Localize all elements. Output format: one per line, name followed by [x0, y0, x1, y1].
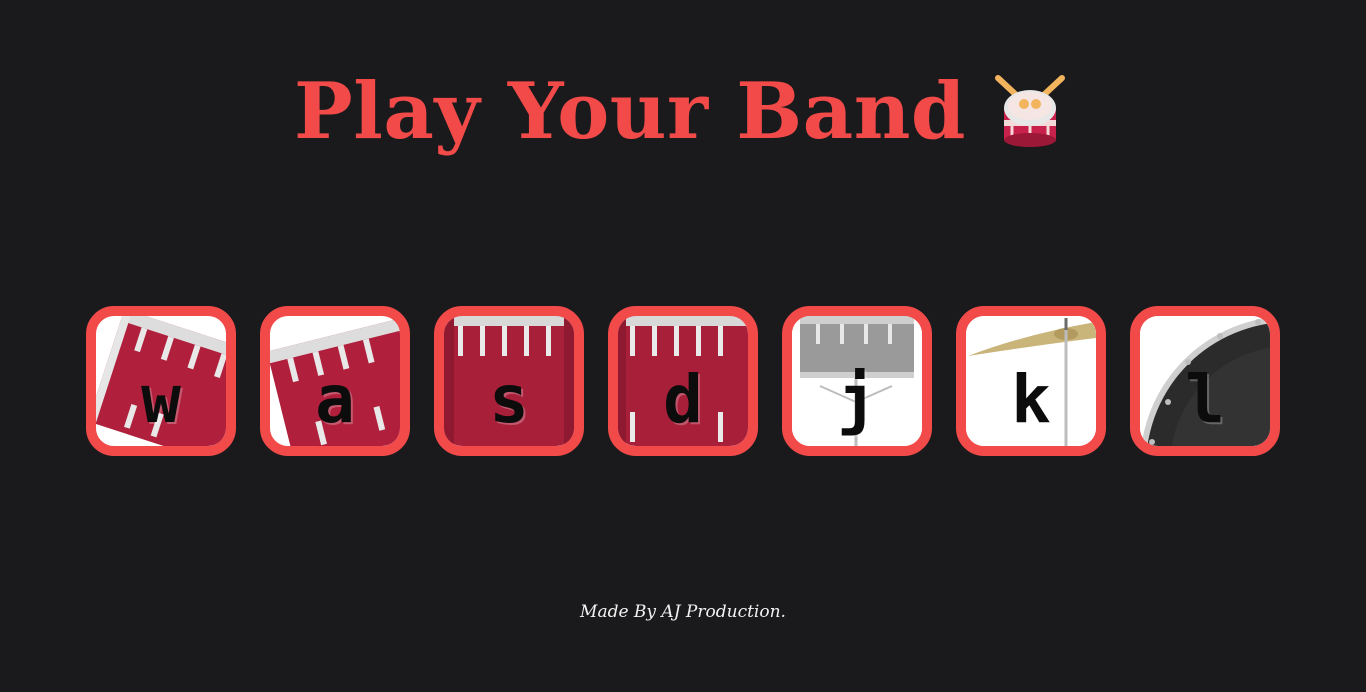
title-text: Play Your Band [294, 66, 966, 157]
drum-pad-w[interactable]: w [86, 306, 236, 456]
drum-pad-s[interactable]: s [434, 306, 584, 456]
pad-key-label: w [141, 361, 181, 438]
pad-key-label: j [837, 361, 877, 438]
pad-key-label: s [489, 361, 529, 438]
drum-pad-l[interactable]: l [1130, 306, 1280, 456]
drum-pad-a[interactable]: a [260, 306, 410, 456]
pad-key-label: l [1185, 361, 1225, 438]
drum-pad-d[interactable]: d [608, 306, 758, 456]
footer-credit: Made By AJ Production. [580, 602, 786, 622]
drum-pad-row: w a s d j k l [86, 306, 1280, 456]
drum-icon [994, 75, 1065, 147]
pad-key-label: k [1011, 361, 1051, 438]
pad-key-label: d [663, 361, 703, 438]
drum-pad-j[interactable]: j [782, 306, 932, 456]
page-title: Play Your Band [0, 62, 1366, 162]
drum-pad-k[interactable]: k [956, 306, 1106, 456]
pad-key-label: a [315, 361, 355, 438]
